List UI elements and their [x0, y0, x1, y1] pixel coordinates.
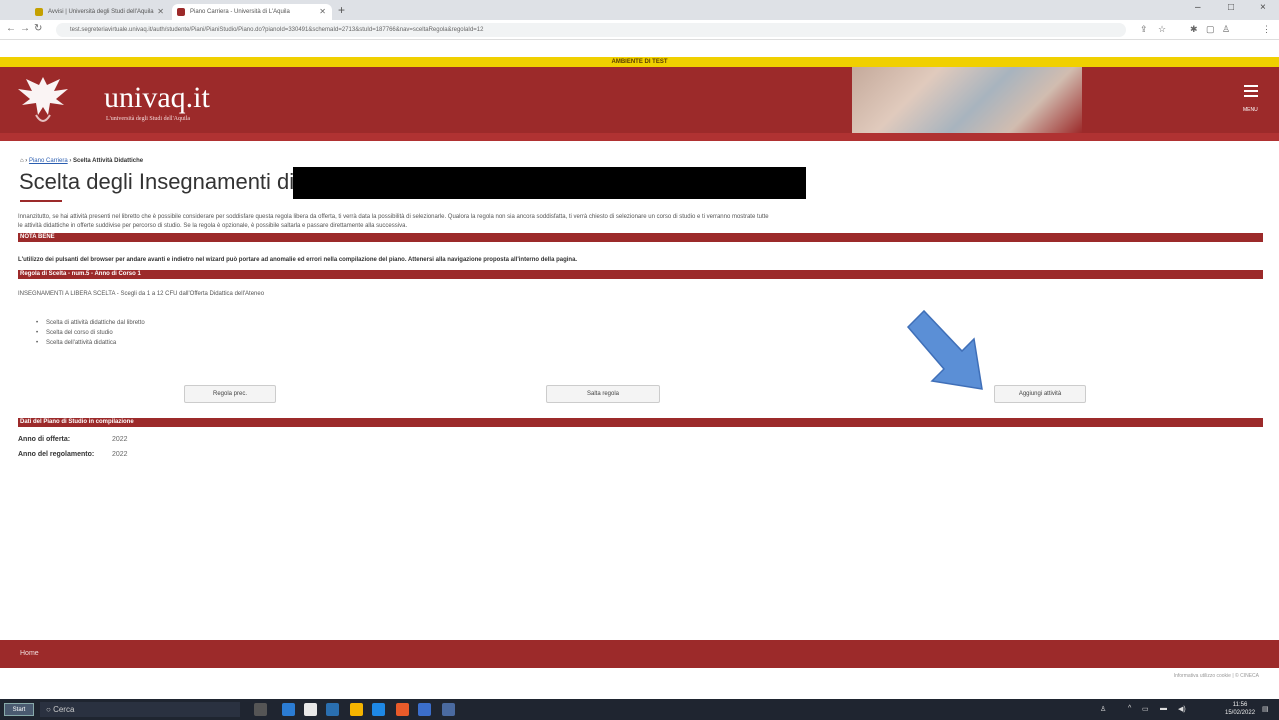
regulation-year-value: 2022 [111, 451, 128, 458]
sidebar-icon[interactable]: ▢ [1206, 24, 1215, 35]
teams-icon[interactable] [418, 703, 431, 716]
tab-close-icon[interactable]: ✕ [157, 4, 164, 20]
plan-row-offer-year: Anno di offerta: 2022 [18, 436, 128, 443]
extensions-icon[interactable]: ✱ [1190, 24, 1198, 35]
clock-date: 15/02/2022 [1225, 710, 1256, 716]
taskbar-search-input[interactable]: ○ Cerca [40, 702, 240, 717]
clock-time: 11:56 [1232, 702, 1248, 708]
volume-icon[interactable]: ◀) [1178, 705, 1186, 713]
breadcrumb-link-piano-carriera[interactable]: Piano Carriera [29, 158, 68, 164]
list-item: Scelta di attività didattiche dal libret… [36, 318, 145, 328]
edge-icon[interactable] [282, 703, 295, 716]
plan-data-heading: Dati del Piano di Studio in compilazione [18, 418, 1263, 427]
skip-rule-button[interactable]: Salta regola [546, 385, 660, 403]
redacted-student-name [293, 167, 806, 199]
browser-menu-icon[interactable]: ⋮ [1262, 24, 1271, 35]
site-logo-subtitle: L'università degli Studi dell'Aquila [106, 116, 190, 122]
share-icon[interactable]: ⇪ [1140, 24, 1148, 35]
tab-favicon-icon [35, 8, 43, 16]
nota-bene-text: L'utilizzo dei pulsanti del browser per … [18, 257, 578, 263]
browser-address-bar: ← → ↻ test.segreteriavirtuale.univaq.it/… [0, 20, 1279, 40]
file-explorer-icon[interactable] [326, 703, 339, 716]
windows-taskbar: Start ○ Cerca ♙ ^ ▭ ▬ ◀) 11:56 15/02/202… [0, 699, 1279, 720]
back-arrow-icon[interactable]: ← [6, 23, 16, 34]
minimize-button[interactable]: – [1195, 2, 1201, 13]
rule-heading: Regola di Scelta - num.5 - Anno di Corso… [18, 270, 1263, 279]
profile-icon[interactable]: ♙ [1222, 24, 1230, 35]
browser-tab-avvisi[interactable]: Avvisi | Università degli Studi dell'Aqu… [30, 4, 170, 20]
firefox-icon[interactable] [396, 703, 409, 716]
plan-row-regulation-year: Anno del regolamento: 2022 [18, 451, 128, 458]
mail-icon[interactable] [372, 703, 385, 716]
list-item: Scelta del corso di studio [36, 328, 145, 338]
regulation-year-label: Anno del regolamento: [18, 451, 95, 458]
intro-line-2: le attività didattiche in offerte suddiv… [18, 223, 408, 229]
header-banner-image [852, 67, 1082, 133]
rule-steps-list: Scelta di attività didattiche dal libret… [36, 318, 145, 348]
store-icon[interactable] [304, 703, 317, 716]
rule-description: INSEGNAMENTI A LIBERA SCELTA - Scegli da… [18, 291, 265, 297]
notification-icon[interactable]: ▤ [1262, 705, 1269, 713]
start-button[interactable]: Start [4, 703, 34, 716]
app-icon[interactable] [442, 703, 455, 716]
annotation-arrow-icon [906, 309, 983, 390]
nota-bene-heading: NOTA BENE [18, 233, 1263, 242]
page-title: Scelta degli Insegnamenti di: [19, 169, 301, 194]
reload-icon[interactable]: ↻ [34, 23, 42, 34]
home-icon[interactable]: ⌂ [20, 158, 24, 164]
offer-year-label: Anno di offerta: [18, 436, 71, 443]
people-icon[interactable]: ♙ [1100, 705, 1106, 713]
add-activity-button[interactable]: Aggiungi attività [994, 385, 1086, 403]
offer-year-value: 2022 [111, 436, 128, 443]
menu-label: MENU [1243, 107, 1258, 113]
footer-links[interactable]: Informativa utilizzo cookie | © CINECA [1174, 673, 1259, 679]
network-icon[interactable]: ▭ [1142, 705, 1149, 713]
browser-tab-piano-carriera[interactable]: Piano Carriera - Università di L'Aquila … [172, 4, 332, 20]
breadcrumb-current: Scelta Attività Didattiche [73, 158, 144, 164]
eagle-logo-icon[interactable] [14, 69, 72, 129]
tab-label: Piano Carriera - Università di L'Aquila [190, 9, 290, 15]
browser-tab-bar: Avvisi | Università degli Studi dell'Aqu… [0, 0, 1279, 20]
taskbar-search-placeholder: Cerca [53, 705, 75, 714]
tab-close-icon[interactable]: ✕ [319, 4, 326, 20]
search-icon: ○ [46, 705, 51, 714]
previous-rule-button[interactable]: Regola prec. [184, 385, 276, 403]
chrome-icon[interactable] [350, 703, 363, 716]
url-input[interactable]: test.segreteriavirtuale.univaq.it/auth/s… [56, 23, 1126, 37]
forward-arrow-icon[interactable]: → [20, 23, 30, 34]
breadcrumb: ⌂ › Piano Carriera › Scelta Attività Did… [20, 158, 144, 164]
tab-favicon-icon [177, 8, 185, 16]
tray-chevron-icon[interactable]: ^ [1128, 705, 1131, 712]
intro-line-1: Innanzitutto, se hai attività presenti n… [18, 214, 769, 220]
close-window-button[interactable]: × [1260, 2, 1266, 13]
list-item: Scelta dell'attività didattica [36, 338, 145, 348]
battery-icon[interactable]: ▬ [1160, 705, 1167, 712]
footer-home-link[interactable]: Home [20, 650, 39, 657]
task-view-icon[interactable] [254, 703, 267, 716]
tab-label: Avvisi | Università degli Studi dell'Aqu… [48, 9, 154, 15]
site-logo-text[interactable]: univaq.it [104, 81, 210, 115]
header-bottom-bar [0, 133, 1279, 141]
bookmark-star-icon[interactable]: ☆ [1158, 24, 1166, 35]
url-text: test.segreteriavirtuale.univaq.it/auth/s… [70, 27, 484, 33]
taskbar-clock[interactable]: 11:56 15/02/2022 [1225, 701, 1255, 717]
intro-text: Innanzitutto, se hai attività presenti n… [18, 213, 1263, 231]
title-underline [20, 200, 62, 202]
maximize-button[interactable]: □ [1228, 2, 1234, 13]
test-environment-banner: AMBIENTE DI TEST [0, 57, 1279, 67]
site-header: univaq.it L'università degli Studi dell'… [0, 67, 1279, 133]
site-footer: Home [0, 640, 1279, 668]
new-tab-button[interactable]: + [338, 3, 345, 17]
hamburger-menu-icon[interactable] [1244, 85, 1258, 107]
